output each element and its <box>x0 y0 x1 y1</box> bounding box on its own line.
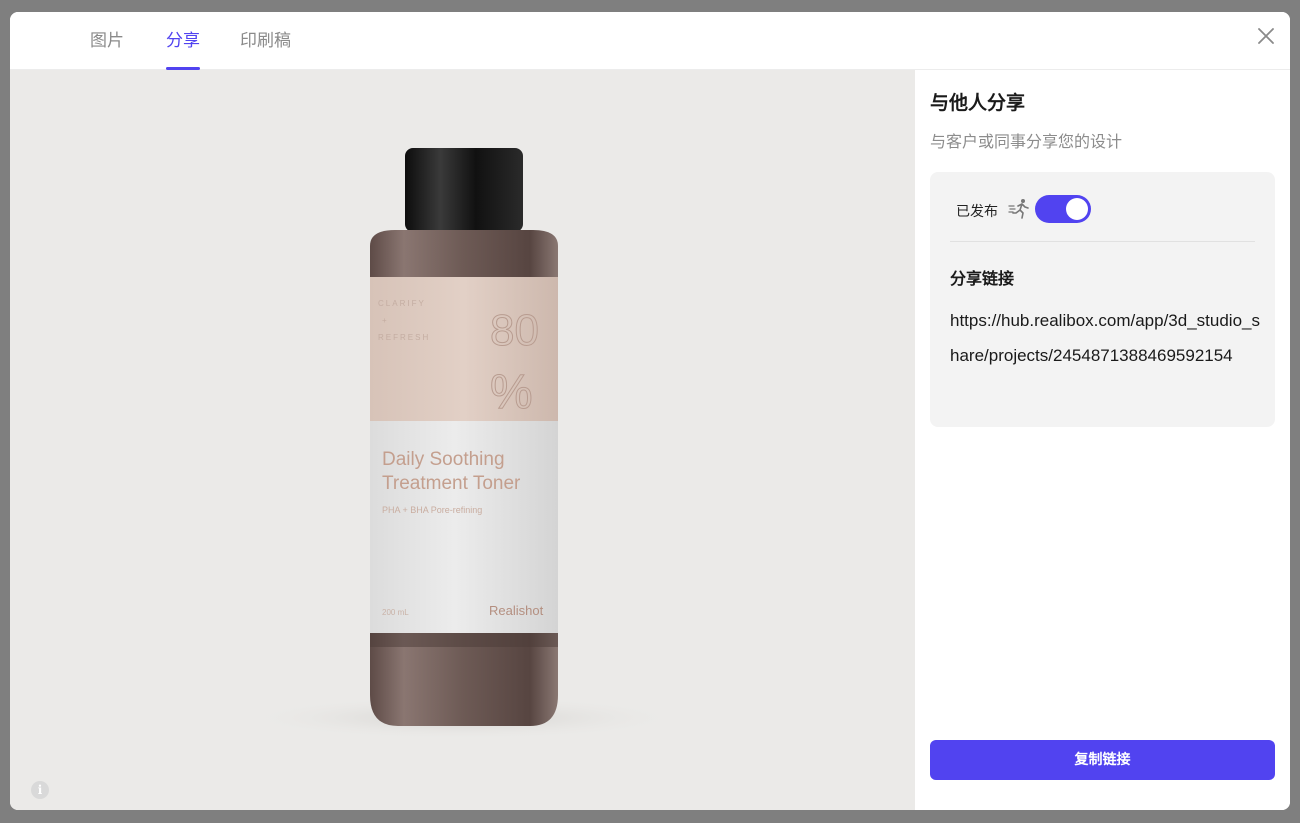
product-volume: 200 mL <box>382 608 409 617</box>
published-label: 已发布 <box>956 204 998 220</box>
label-small-3: REFRESH <box>378 333 430 342</box>
tab-share[interactable]: 分享 <box>166 12 200 70</box>
divider <box>950 241 1255 242</box>
label-percent-sign: % <box>490 366 533 419</box>
bottle-image: 80 % CLARIFY + REFRESH Daily Soothing Tr… <box>243 148 683 740</box>
tab-images[interactable]: 图片 <box>90 12 124 70</box>
product-brand: Realishot <box>489 603 544 618</box>
toggle-knob <box>1066 198 1088 220</box>
tab-bar: 图片 分享 印刷稿 <box>10 12 1290 70</box>
share-link-url[interactable]: https://hub.realibox.com/app/3d_studio_s… <box>950 303 1260 373</box>
tab-print-proof[interactable]: 印刷稿 <box>240 12 291 70</box>
copy-link-button[interactable]: 复制链接 <box>930 740 1275 780</box>
running-person-icon <box>1008 199 1029 219</box>
label-small-1: CLARIFY <box>378 299 426 308</box>
label-percent: 80 <box>490 306 539 355</box>
panel-subtitle: 与客户或同事分享您的设计 <box>930 132 1123 151</box>
share-card: 已发布 分享链接 https://hub.realibox.com/app/3d… <box>930 172 1275 427</box>
product-name-line1: Daily Soothing <box>382 449 505 470</box>
product-subtitle: PHA + BHA Pore-refining <box>382 505 482 515</box>
close-icon[interactable] <box>1254 24 1278 48</box>
share-link-label: 分享链接 <box>950 269 1015 288</box>
product-preview[interactable]: 80 % CLARIFY + REFRESH Daily Soothing Tr… <box>10 70 915 810</box>
published-toggle[interactable] <box>1035 195 1091 223</box>
info-icon[interactable]: i <box>31 781 49 799</box>
product-name-line2: Treatment Toner <box>382 473 521 494</box>
label-small-2: + <box>382 316 387 325</box>
share-dialog: 图片 分享 印刷稿 80 % CLARIFY + REFRESH Daily S… <box>10 12 1290 810</box>
share-panel: 与他人分享 与客户或同事分享您的设计 已发布 分享链接 https://hub.… <box>915 70 1290 810</box>
panel-title: 与他人分享 <box>930 92 1026 114</box>
